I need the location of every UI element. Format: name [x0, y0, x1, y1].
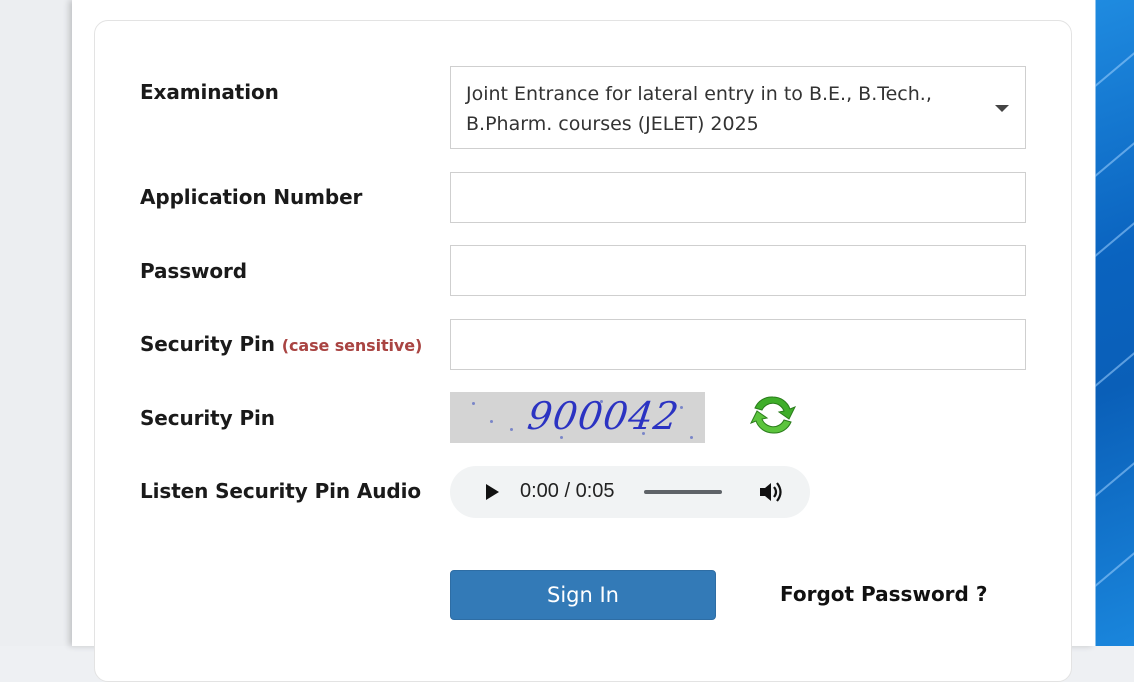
audio-player: 0:00 / 0:05	[450, 466, 810, 518]
forgot-password-link[interactable]: Forgot Password ?	[780, 582, 987, 606]
audio-label: Listen Security Pin Audio	[140, 479, 422, 503]
play-icon[interactable]	[483, 483, 501, 501]
security-pin-label-text: Security Pin	[140, 332, 275, 356]
desktop-background	[1095, 0, 1134, 646]
password-label: Password	[140, 259, 248, 283]
case-sensitive-hint: (case sensitive)	[281, 336, 423, 355]
application-number-label: Application Number	[140, 185, 363, 209]
volume-icon[interactable]	[758, 480, 784, 504]
security-pin-input-label: Security Pin (case sensitive)	[140, 332, 422, 356]
examination-select[interactable]: Joint Entrance for lateral entry in to B…	[450, 66, 1026, 149]
refresh-icon[interactable]	[749, 391, 797, 439]
audio-time: 0:00 / 0:05	[520, 480, 615, 502]
caret-down-icon	[995, 105, 1009, 112]
application-number-input[interactable]	[450, 172, 1026, 223]
captcha-image: 900042	[450, 392, 705, 443]
security-pin-captcha-label: Security Pin	[140, 406, 275, 430]
security-pin-input[interactable]	[450, 319, 1026, 370]
audio-progress-bar[interactable]	[644, 490, 722, 494]
examination-label: Examination	[140, 80, 279, 104]
password-input[interactable]	[450, 245, 1026, 296]
background-left	[0, 0, 72, 646]
examination-selected-value: Joint Entrance for lateral entry in to B…	[466, 83, 932, 135]
captcha-text: 900042	[524, 394, 683, 438]
sign-in-button[interactable]: Sign In	[450, 570, 716, 620]
